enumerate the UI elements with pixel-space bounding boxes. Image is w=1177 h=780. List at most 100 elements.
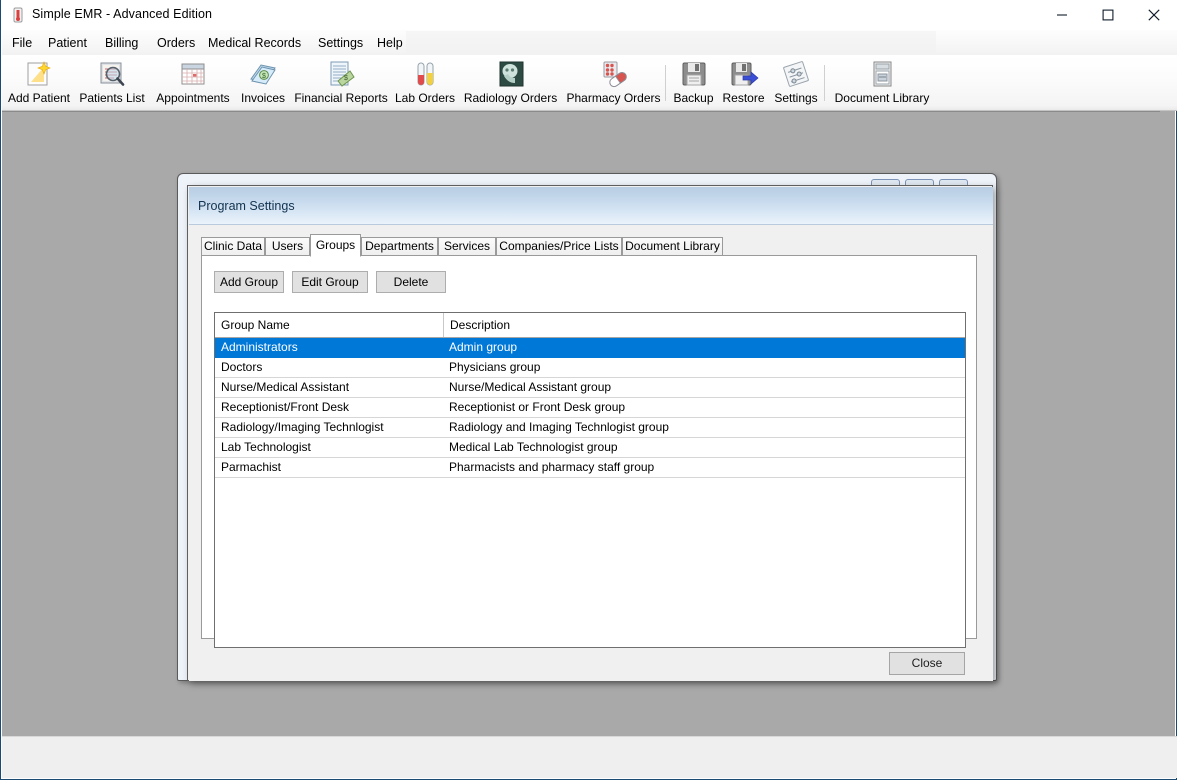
toolbar-button-financial-reports[interactable]: $ Financial Reports <box>291 57 391 109</box>
toolbar-button-settings[interactable]: Settings <box>769 57 823 109</box>
cell-group-name: Nurse/Medical Assistant <box>215 378 443 397</box>
table-row[interactable]: Radiology/Imaging Technlogist Radiology … <box>215 418 965 438</box>
minimize-icon[interactable] <box>1039 0 1085 29</box>
toolbar-button-invoices[interactable]: $ Invoices <box>235 57 291 109</box>
dialog-title: Program Settings <box>198 199 295 213</box>
pharmacy-orders-icon <box>562 57 665 91</box>
toolbar-label: Restore <box>718 91 769 105</box>
column-header-description[interactable]: Description <box>444 313 964 337</box>
groups-grid[interactable]: Group Name Description Administrators Ad… <box>214 312 966 648</box>
toolbar-label: Financial Reports <box>291 91 391 105</box>
document-library-icon <box>828 57 936 91</box>
table-row[interactable]: Parmachist Pharmacists and pharmacy staf… <box>215 458 965 478</box>
delete-button[interactable]: Delete <box>376 271 446 293</box>
add-patient-icon <box>5 57 73 91</box>
toolbar-label: Lab Orders <box>391 91 459 105</box>
menu-item-file[interactable]: File <box>7 34 37 52</box>
table-row[interactable]: Receptionist/Front Desk Receptionist or … <box>215 398 965 418</box>
cell-group-name: Administrators <box>215 338 443 357</box>
grid-header-row: Group Name Description <box>215 313 965 338</box>
status-bar <box>2 736 1177 778</box>
client-vertical-scrollbar[interactable] <box>1160 111 1175 737</box>
menubar-panel <box>406 31 936 54</box>
toolbar-label: Radiology Orders <box>459 91 562 105</box>
add-group-button[interactable]: Add Group <box>214 271 284 293</box>
app-icon <box>10 7 26 23</box>
tab-groups[interactable]: Groups <box>310 234 361 257</box>
dialog-body: Clinic Data Users Groups Departments Ser… <box>189 225 993 681</box>
table-row[interactable]: Lab Technologist Medical Lab Technologis… <box>215 438 965 458</box>
mdi-client-area: Program Settings Clinic Data Users Group… <box>2 111 1162 738</box>
toolbar-button-pharmacy-orders[interactable]: Pharmacy Orders <box>562 57 665 109</box>
menu-item-orders[interactable]: Orders <box>152 34 200 52</box>
cell-group-name: Radiology/Imaging Technlogist <box>215 418 443 437</box>
menu-item-billing[interactable]: Billing <box>100 34 143 52</box>
menu-item-help[interactable]: Help <box>372 34 408 52</box>
program-settings-dialog: Program Settings Clinic Data Users Group… <box>187 185 993 681</box>
toolbar-button-document-library[interactable]: Document Library <box>828 57 936 109</box>
toolbar: Add Patient Patients List <box>2 55 1177 111</box>
column-header-group-name[interactable]: Group Name <box>215 313 443 337</box>
cell-description: Physicians group <box>443 358 963 377</box>
settings-tabstrip: Clinic Data Users Groups Departments Ser… <box>201 234 977 256</box>
maximize-icon[interactable] <box>1085 0 1131 29</box>
menu-item-patient[interactable]: Patient <box>43 34 92 52</box>
lab-orders-icon <box>391 57 459 91</box>
toolbar-button-backup[interactable]: Backup <box>669 57 718 109</box>
tab-users[interactable]: Users <box>265 237 310 256</box>
menu-item-medical-records[interactable]: Medical Records <box>203 34 306 52</box>
toolbar-button-restore[interactable]: Restore <box>718 57 769 109</box>
backup-icon <box>669 57 718 91</box>
cell-group-name: Lab Technologist <box>215 438 443 457</box>
cell-group-name: Doctors <box>215 358 443 377</box>
close-button[interactable]: Close <box>889 652 965 675</box>
toolbar-button-radiology-orders[interactable]: Radiology Orders <box>459 57 562 109</box>
toolbar-label: Add Patient <box>5 91 73 105</box>
tab-document-library[interactable]: Document Library <box>622 237 723 256</box>
svg-text:$: $ <box>344 75 348 82</box>
edit-group-button[interactable]: Edit Group <box>292 271 368 293</box>
toolbar-label: Document Library <box>828 91 936 105</box>
settings-icon <box>769 57 823 91</box>
toolbar-separator <box>824 65 825 101</box>
radiology-orders-icon <box>459 57 562 91</box>
cell-description: Medical Lab Technologist group <box>443 438 963 457</box>
cell-description: Radiology and Imaging Technlogist group <box>443 418 963 437</box>
cell-group-name: Receptionist/Front Desk <box>215 398 443 417</box>
application-window: Simple EMR - Advanced Edition File Patie… <box>0 0 1177 780</box>
menu-item-settings[interactable]: Settings <box>313 34 368 52</box>
table-row[interactable]: Nurse/Medical Assistant Nurse/Medical As… <box>215 378 965 398</box>
toolbar-label: Pharmacy Orders <box>562 91 665 105</box>
dialog-caption-bar: Program Settings <box>189 187 993 225</box>
window-title: Simple EMR - Advanced Edition <box>32 7 212 21</box>
svg-text:$: $ <box>262 73 266 80</box>
tab-clinic-data[interactable]: Clinic Data <box>201 237 265 256</box>
toolbar-button-appointments[interactable]: Appointments <box>151 57 235 109</box>
menu-bar: File Patient Billing Orders Medical Reco… <box>2 30 1177 55</box>
toolbar-label: Backup <box>669 91 718 105</box>
tab-departments[interactable]: Departments <box>361 237 438 256</box>
groups-tab-page: Add Group Edit Group Delete Group Name D… <box>201 255 977 639</box>
toolbar-separator <box>665 65 666 101</box>
toolbar-label: Settings <box>769 91 823 105</box>
toolbar-button-lab-orders[interactable]: Lab Orders <box>391 57 459 109</box>
toolbar-button-add-patient[interactable]: Add Patient <box>5 57 73 109</box>
invoices-icon: $ <box>235 57 291 91</box>
table-row[interactable]: Administrators Admin group <box>215 338 965 358</box>
close-icon[interactable] <box>1131 0 1177 29</box>
cell-description: Admin group <box>443 338 963 357</box>
toolbar-label: Appointments <box>151 91 235 105</box>
cell-description: Nurse/Medical Assistant group <box>443 378 963 397</box>
title-bar: Simple EMR - Advanced Edition <box>1 0 1177 31</box>
toolbar-label: Patients List <box>73 91 151 105</box>
patients-list-icon <box>73 57 151 91</box>
financial-reports-icon: $ <box>291 57 391 91</box>
tab-companies-price-lists[interactable]: Companies/Price Lists <box>496 237 622 256</box>
toolbar-button-patients-list[interactable]: Patients List <box>73 57 151 109</box>
table-row[interactable]: Doctors Physicians group <box>215 358 965 378</box>
toolbar-label: Invoices <box>235 91 291 105</box>
cell-description: Receptionist or Front Desk group <box>443 398 963 417</box>
tab-services[interactable]: Services <box>438 237 496 256</box>
cell-description: Pharmacists and pharmacy staff group <box>443 458 963 477</box>
appointments-icon <box>151 57 235 91</box>
